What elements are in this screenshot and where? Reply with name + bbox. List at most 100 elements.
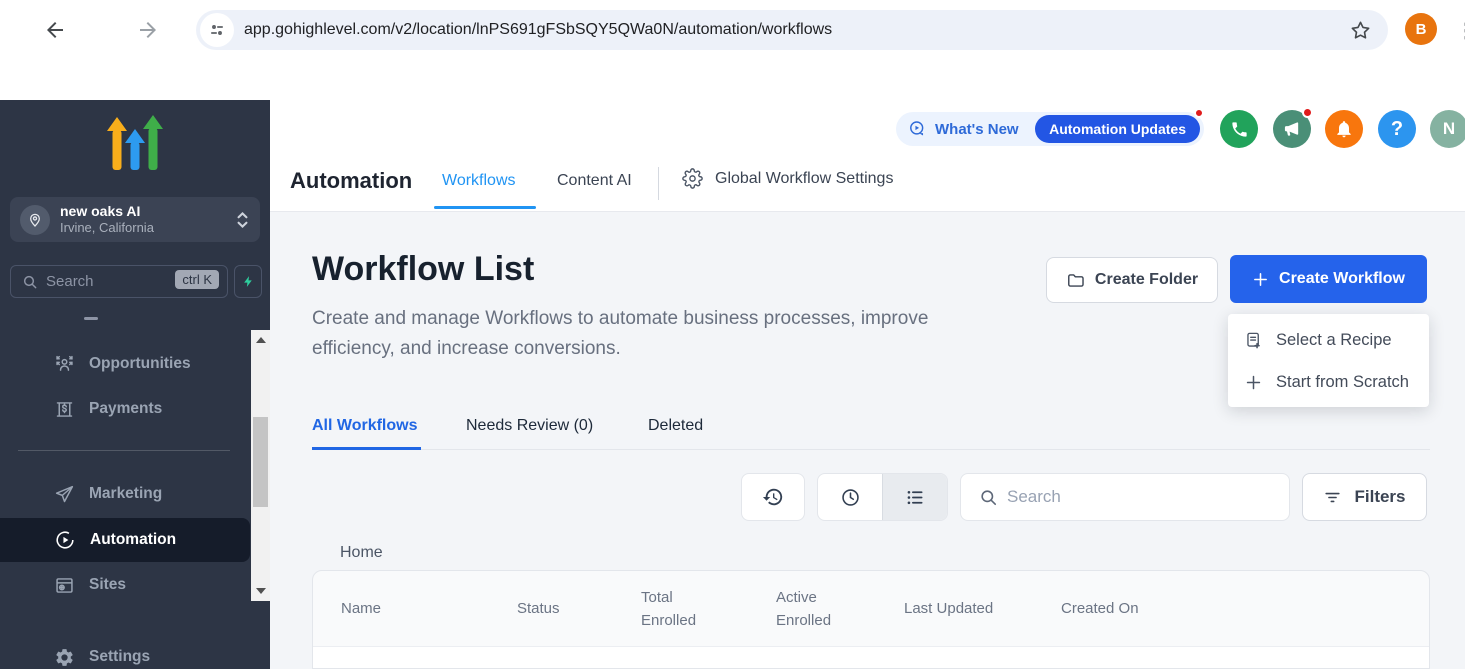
header-divider — [658, 167, 659, 200]
bookmark-star-button[interactable] — [1349, 19, 1372, 42]
column-header-last-updated[interactable]: Last Updated — [904, 597, 1061, 620]
clock-icon — [840, 487, 861, 508]
sidebar-item-opportunities[interactable]: Opportunities — [0, 344, 250, 384]
forward-arrow-icon — [136, 18, 160, 42]
filters-label: Filters — [1354, 487, 1405, 507]
column-header-name[interactable]: Name — [341, 597, 517, 620]
lightning-bolt-icon — [242, 274, 255, 289]
sidebar-search[interactable]: ctrl K — [10, 265, 228, 298]
page-title: Workflow List — [312, 250, 534, 289]
notification-dot — [1194, 108, 1204, 118]
table-body-empty — [313, 647, 1429, 669]
search-icon — [22, 274, 38, 290]
chevron-down-icon — [237, 221, 248, 228]
view-toggle-time[interactable] — [818, 474, 882, 520]
create-workflow-button[interactable]: Create Workflow — [1230, 255, 1427, 303]
user-avatar[interactable]: N — [1430, 110, 1465, 148]
sidebar-search-input[interactable] — [46, 273, 156, 290]
announcements-button[interactable] — [1273, 110, 1311, 148]
sidebar-item-automation[interactable]: Automation — [0, 518, 250, 562]
filters-button[interactable]: Filters — [1302, 473, 1427, 521]
gohighlevel-logo — [107, 115, 163, 173]
chevron-up-icon — [237, 212, 248, 219]
browser-back-button[interactable] — [38, 13, 72, 47]
back-arrow-icon — [43, 18, 67, 42]
location-pin-icon — [20, 205, 50, 235]
main-content: Workflow List Create and manage Workflow… — [270, 212, 1465, 669]
browser-profile-avatar[interactable]: B — [1405, 13, 1437, 45]
url-text: app.gohighlevel.com/v2/location/lnPS691g… — [244, 21, 1349, 39]
page-description: Create and manage Workflows to automate … — [312, 304, 1012, 364]
scrollbar-down-arrow[interactable] — [251, 583, 270, 599]
create-workflow-label: Create Workflow — [1279, 270, 1405, 288]
column-header-status[interactable]: Status — [517, 597, 641, 620]
view-toggle-list[interactable] — [883, 474, 947, 520]
sidebar-item-sites[interactable]: Sites — [0, 565, 250, 605]
column-header-active-enrolled[interactable]: Active Enrolled — [776, 586, 904, 632]
whats-new-icon — [908, 120, 927, 139]
dropdown-item-start-from-scratch[interactable]: Start from Scratch — [1228, 361, 1429, 403]
tab-content-ai[interactable]: Content AI — [557, 172, 632, 190]
location-switcher[interactable]: new oaks AI Irvine, California — [10, 197, 260, 242]
phone-icon — [1230, 120, 1249, 139]
sites-icon — [54, 575, 75, 596]
question-mark-icon: ? — [1391, 118, 1403, 141]
global-workflow-settings-label: Global Workflow Settings — [715, 170, 893, 188]
sidebar: new oaks AI Irvine, California ctrl K Op… — [0, 100, 270, 669]
filter-icon — [1323, 489, 1342, 506]
folder-icon — [1066, 271, 1085, 290]
workflow-search-input[interactable] — [1007, 487, 1247, 507]
app-header: Automation Workflows Content AI Global W… — [270, 100, 1465, 212]
tab-all-workflows[interactable]: All Workflows — [312, 417, 418, 435]
tab-needs-review[interactable]: Needs Review (0) — [466, 417, 593, 435]
browser-toolbar: app.gohighlevel.com/v2/location/lnPS691g… — [0, 0, 1465, 60]
sidebar-item-payments[interactable]: Payments — [0, 389, 250, 429]
address-bar[interactable]: app.gohighlevel.com/v2/location/lnPS691g… — [196, 10, 1388, 50]
sidebar-item-settings[interactable]: Settings — [0, 637, 250, 669]
page-section-title: Automation — [290, 168, 412, 194]
phone-button[interactable] — [1220, 110, 1258, 148]
tabs-bottom-border — [312, 449, 1430, 450]
enrollment-history-button[interactable] — [741, 473, 805, 521]
browser-window: app.gohighlevel.com/v2/location/lnPS691g… — [0, 0, 1465, 669]
notifications-button[interactable] — [1325, 110, 1363, 148]
megaphone-icon — [1282, 119, 1302, 139]
plus-icon — [1244, 373, 1263, 392]
sidebar-item-marketing[interactable]: Marketing — [0, 474, 250, 514]
automation-icon — [54, 529, 76, 551]
settings-gear-icon — [54, 647, 75, 668]
dropdown-item-select-recipe[interactable]: Select a Recipe — [1228, 319, 1429, 361]
whats-new-button[interactable]: What's New Automation Updates — [896, 112, 1204, 146]
site-settings-button[interactable] — [200, 13, 234, 47]
sidebar-item-label: Automation — [90, 531, 176, 549]
create-folder-button[interactable]: Create Folder — [1046, 257, 1218, 303]
global-workflow-settings-button[interactable]: Global Workflow Settings — [682, 168, 893, 189]
view-toggle — [817, 473, 948, 521]
browser-forward-button[interactable] — [131, 13, 165, 47]
location-switcher-chevrons — [237, 212, 248, 228]
browser-menu-icon[interactable]: ⋮ — [1456, 18, 1465, 42]
column-header-created-on[interactable]: Created On — [1061, 597, 1321, 620]
notification-dot — [1302, 107, 1313, 118]
sidebar-item-label: Settings — [89, 648, 150, 666]
marketing-icon — [54, 484, 75, 505]
automation-updates-badge[interactable]: Automation Updates — [1035, 115, 1200, 143]
bell-icon — [1334, 119, 1354, 139]
list-icon — [905, 487, 926, 508]
active-tab-underline — [312, 447, 421, 450]
sidebar-item-label: Payments — [89, 400, 162, 418]
breadcrumb[interactable]: Home — [340, 544, 383, 562]
plus-icon — [1252, 271, 1269, 288]
scrollbar-up-arrow[interactable] — [251, 332, 270, 348]
gear-icon — [682, 168, 703, 189]
create-workflow-dropdown: Select a Recipe Start from Scratch — [1228, 314, 1429, 407]
workflow-search[interactable] — [960, 473, 1290, 521]
help-button[interactable]: ? — [1378, 110, 1416, 148]
column-header-total-enrolled[interactable]: Total Enrolled — [641, 586, 776, 632]
scrollbar-thumb[interactable] — [253, 417, 268, 507]
sidebar-scrollbar[interactable] — [251, 330, 270, 601]
quick-actions-button[interactable] — [234, 265, 262, 298]
tab-deleted[interactable]: Deleted — [648, 417, 703, 435]
tab-workflows[interactable]: Workflows — [442, 172, 516, 190]
opportunities-icon — [54, 354, 75, 375]
